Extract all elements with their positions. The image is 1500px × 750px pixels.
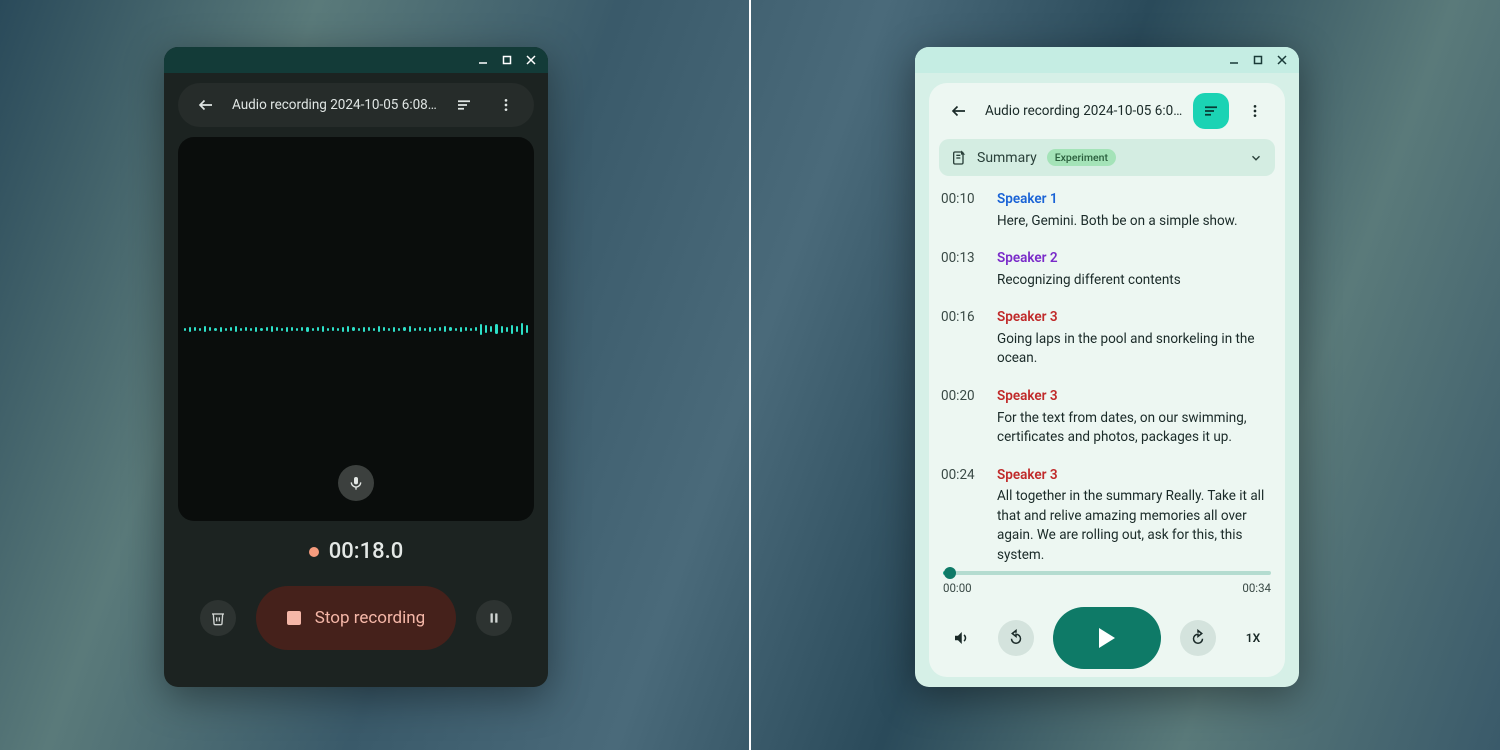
transcript-toggle-button[interactable] — [448, 89, 480, 121]
summary-icon — [951, 150, 967, 166]
waveform-bars — [178, 309, 534, 349]
recorder-window-light: Audio recording 2024-10-05 6:08:3… Summa… — [915, 47, 1299, 687]
transcript-text: Recognizing different contents — [997, 271, 1273, 291]
stop-label: Stop recording — [315, 608, 425, 628]
transcript-speaker: Speaker 3 — [997, 308, 1273, 328]
more-menu-button[interactable] — [490, 89, 522, 121]
transcript-speaker: Speaker 2 — [997, 249, 1273, 269]
minimize-icon[interactable] — [1227, 53, 1241, 67]
minimize-icon[interactable] — [476, 53, 490, 67]
rewind-button[interactable] — [998, 620, 1034, 656]
close-icon[interactable] — [1275, 53, 1289, 67]
total-time: 00:34 — [1242, 581, 1271, 595]
transcript-row[interactable]: 00:10 Speaker 1Here, Gemini. Both be on a… — [941, 190, 1273, 231]
playback-controls: 00:00 00:34 1X — [939, 565, 1275, 671]
transcript-text: For the text from dates, on our swimming… — [997, 409, 1273, 448]
maximize-icon[interactable] — [500, 53, 514, 67]
mic-button[interactable] — [338, 465, 374, 501]
transcript-timestamp: 00:10 — [941, 190, 981, 231]
transcript-timestamp: 00:16 — [941, 308, 981, 369]
close-icon[interactable] — [524, 53, 538, 67]
delete-recording-button[interactable] — [200, 600, 236, 636]
transcript-speaker: Speaker 3 — [997, 466, 1273, 486]
progress-handle[interactable] — [944, 567, 956, 579]
time-labels: 00:00 00:34 — [943, 581, 1271, 595]
transcript-toggle-button[interactable] — [1193, 93, 1229, 129]
pause-recording-button[interactable] — [476, 600, 512, 636]
recording-controls: Stop recording — [164, 586, 548, 650]
transcript-row[interactable]: 00:20 Speaker 3For the text from dates, o… — [941, 387, 1273, 448]
waveform-visualizer — [178, 137, 534, 521]
more-menu-button[interactable] — [1239, 95, 1271, 127]
transcript-timestamp: 00:24 — [941, 466, 981, 566]
volume-button[interactable] — [943, 620, 979, 656]
summary-label: Summary — [977, 150, 1037, 166]
elapsed-time: 00:18.0 — [329, 539, 403, 564]
transcript-row[interactable]: 00:13 Speaker 2Recognizing different cont… — [941, 249, 1273, 290]
play-icon — [1099, 628, 1115, 648]
window-titlebar — [164, 47, 548, 73]
transcript-speaker: Speaker 1 — [997, 190, 1273, 210]
recording-title: Audio recording 2024-10-05 6:08:3… — [985, 103, 1183, 119]
transcript-text: All together in the summary Really. Take… — [997, 487, 1273, 565]
app-bar: Audio recording 2024-10-05 6:08:34 PM — [178, 83, 534, 127]
recorder-window-dark: Audio recording 2024-10-05 6:08:34 PM 00… — [164, 47, 548, 687]
stop-recording-button[interactable]: Stop recording — [256, 586, 456, 650]
transcript-text: Here, Gemini. Both be on a simple show. — [997, 212, 1273, 232]
recording-timer: 00:18.0 — [164, 539, 548, 564]
transcript-list: 00:10 Speaker 1Here, Gemini. Both be on a… — [939, 190, 1275, 565]
current-time: 00:00 — [943, 581, 972, 595]
recording-title: Audio recording 2024-10-05 6:08:34 PM — [232, 97, 438, 113]
transcript-timestamp: 00:20 — [941, 387, 981, 448]
progress-bar[interactable] — [943, 571, 1271, 575]
forward-button[interactable] — [1180, 620, 1216, 656]
experiment-badge: Experiment — [1047, 149, 1116, 166]
transcript-timestamp: 00:13 — [941, 249, 981, 290]
transcript-row[interactable]: 00:16 Speaker 3Going laps in the pool and… — [941, 308, 1273, 369]
transcript-speaker: Speaker 3 — [997, 387, 1273, 407]
back-button[interactable] — [943, 95, 975, 127]
recording-indicator-icon — [309, 547, 319, 557]
summary-expander[interactable]: Summary Experiment — [939, 139, 1275, 176]
transcript-text: Going laps in the pool and snorkeling in… — [997, 330, 1273, 369]
chevron-down-icon — [1249, 151, 1263, 165]
speed-label: 1X — [1246, 631, 1260, 645]
stop-icon — [287, 611, 301, 625]
window-titlebar — [915, 47, 1299, 73]
speed-button[interactable]: 1X — [1235, 620, 1271, 656]
panel-divider — [749, 0, 751, 750]
back-button[interactable] — [190, 89, 222, 121]
maximize-icon[interactable] — [1251, 53, 1265, 67]
playback-card: Audio recording 2024-10-05 6:08:3… Summa… — [929, 83, 1285, 677]
play-button[interactable] — [1053, 607, 1161, 669]
transcript-row[interactable]: 00:24 Speaker 3All together in the summar… — [941, 466, 1273, 566]
app-bar: Audio recording 2024-10-05 6:08:3… — [939, 93, 1275, 129]
